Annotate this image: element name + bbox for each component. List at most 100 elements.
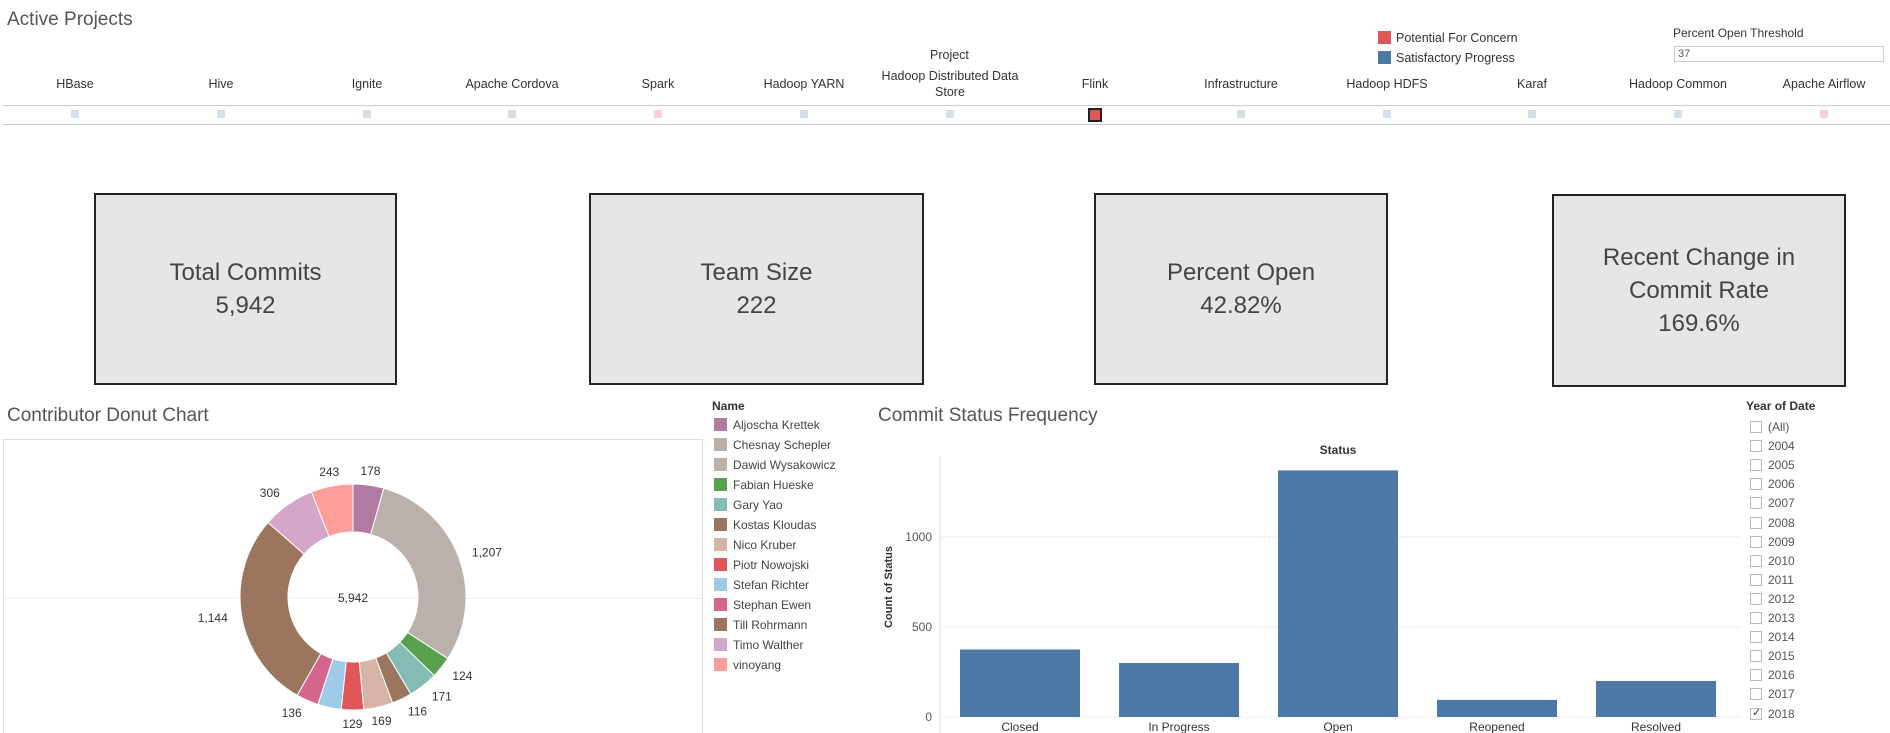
bar-open[interactable] <box>1278 470 1398 717</box>
project-label-7[interactable]: Flink <box>1025 76 1165 92</box>
year-checkbox[interactable] <box>1750 516 1762 529</box>
project-label-4[interactable]: Spark <box>588 76 728 92</box>
name-legend-item[interactable]: Piotr Nowojski <box>714 558 809 572</box>
bar-chart: 0 500 1000 Closed In Progress Open Reopened Re… <box>883 457 1740 733</box>
name-legend-swatch <box>714 538 727 551</box>
bar-category-label: Open <box>1323 720 1352 733</box>
year-option[interactable]: 2004 <box>1750 439 1795 453</box>
year-checkbox[interactable] <box>1750 440 1762 453</box>
donut-chart: 178 1,207 124171 116 169 129 136 1,144 306 243 5,… <box>198 464 503 731</box>
project-label-3[interactable]: Apache Cordova <box>442 76 582 92</box>
donut-slice[interactable] <box>370 487 467 660</box>
year-option[interactable]: 2012 <box>1750 592 1795 606</box>
year-checkbox[interactable] <box>1750 554 1762 567</box>
bar-in-progress[interactable] <box>1119 663 1239 717</box>
year-option[interactable]: 2011 <box>1750 573 1794 587</box>
year-option[interactable]: 2007 <box>1750 496 1795 510</box>
year-option[interactable]: 2013 <box>1750 611 1795 625</box>
name-legend-item[interactable]: Chesnay Schepler <box>714 438 831 452</box>
project-label-0[interactable]: HBase <box>5 76 145 92</box>
year-checkbox[interactable] <box>1750 688 1762 701</box>
year-option[interactable]: 2005 <box>1750 458 1795 472</box>
project-mark-8[interactable] <box>1237 110 1245 118</box>
year-label: 2013 <box>1768 611 1795 625</box>
name-legend-label: Stefan Richter <box>733 578 810 592</box>
bar-y-tick-label: 0 <box>925 710 932 724</box>
year-option[interactable]: 2015 <box>1750 649 1795 663</box>
year-label: 2004 <box>1768 439 1795 454</box>
kpi-percent-open: Percent Open 42.82% <box>1094 193 1388 385</box>
year-option[interactable]: 2008 <box>1750 516 1795 530</box>
name-legend-swatch <box>714 658 727 671</box>
donut-slice-label: 136 <box>282 706 302 720</box>
project-mark-5[interactable] <box>800 110 808 118</box>
bar-y-axis-label: Count of Status <box>883 546 895 628</box>
project-mark-6[interactable] <box>946 110 954 118</box>
year-option[interactable]: 2010 <box>1750 554 1795 568</box>
year-option[interactable]: 2016 <box>1750 668 1795 682</box>
year-checkbox[interactable] <box>1750 478 1762 491</box>
year-checkbox[interactable] <box>1750 631 1762 644</box>
year-option[interactable]: (All) <box>1750 420 1789 434</box>
project-label-1[interactable]: Hive <box>151 76 291 92</box>
year-option[interactable]: 2006 <box>1750 477 1795 491</box>
name-legend-item[interactable]: Timo Walther <box>714 638 803 652</box>
year-checkbox[interactable] <box>1750 573 1762 586</box>
donut-slice-label: 1,207 <box>472 545 502 559</box>
name-legend-item[interactable]: Stefan Richter <box>714 578 809 592</box>
year-checkbox[interactable] <box>1750 421 1762 433</box>
project-label-6[interactable]: Hadoop Distributed Data Store <box>880 68 1020 100</box>
name-legend-item[interactable]: vinoyang <box>714 658 781 672</box>
project-label-11[interactable]: Hadoop Common <box>1608 76 1748 92</box>
donut-slice-label: 169 <box>371 714 391 728</box>
project-mark-2[interactable] <box>363 110 371 118</box>
project-mark-12[interactable] <box>1820 110 1828 118</box>
year-option[interactable]: 2014 <box>1750 630 1795 644</box>
kpi-percent-open-label: Percent Open <box>1166 259 1316 286</box>
year-checkbox[interactable] <box>1750 650 1762 663</box>
year-checkbox[interactable] <box>1750 612 1762 624</box>
name-legend-item[interactable]: Fabian Hueske <box>714 478 814 492</box>
project-mark-9[interactable] <box>1383 110 1391 118</box>
legend-item-concern[interactable]: Potential For Concern <box>1378 31 1518 51</box>
project-mark-10[interactable] <box>1528 110 1536 118</box>
project-label-8[interactable]: Infrastructure <box>1171 76 1311 92</box>
name-legend-item[interactable]: Nico Kruber <box>714 538 796 552</box>
project-mark-0[interactable] <box>71 110 79 118</box>
year-option[interactable]: 2017 <box>1750 687 1795 701</box>
year-label: 2007 <box>1768 496 1795 511</box>
year-option[interactable]: 2018 <box>1750 706 1795 721</box>
project-label-5[interactable]: Hadoop YARN <box>734 76 874 92</box>
project-mark-4[interactable] <box>654 110 662 118</box>
threshold-input[interactable] <box>1674 46 1884 62</box>
name-legend-item[interactable]: Aljoscha Krettek <box>714 418 820 432</box>
project-mark-3[interactable] <box>508 110 516 118</box>
name-legend-item[interactable]: Stephan Ewen <box>714 598 811 612</box>
project-label-12[interactable]: Apache Airflow <box>1754 76 1890 92</box>
donut-slice-label: 1,144 <box>198 611 228 625</box>
project-label-9[interactable]: Hadoop HDFS <box>1317 76 1457 92</box>
year-checkbox[interactable] <box>1750 459 1762 472</box>
year-checkbox[interactable] <box>1750 669 1762 682</box>
bar-category-label: Closed <box>1001 720 1038 733</box>
name-legend-item[interactable]: Gary Yao <box>714 498 783 512</box>
project-mark-11[interactable] <box>1674 110 1682 118</box>
name-legend-item[interactable]: Kostas Kloudas <box>714 518 816 532</box>
year-checkbox[interactable] <box>1750 706 1762 720</box>
project-mark-1[interactable] <box>217 110 225 118</box>
year-checkbox[interactable] <box>1750 535 1762 548</box>
bar-resolved[interactable] <box>1596 681 1716 717</box>
project-label-10[interactable]: Karaf <box>1462 76 1602 92</box>
name-legend-item[interactable]: Till Rohrmann <box>714 618 807 632</box>
project-mark-7[interactable] <box>1088 108 1102 122</box>
legend-item-satisfactory[interactable]: Satisfactory Progress <box>1378 51 1518 71</box>
kpi-total-commits-label: Total Commits <box>169 259 322 286</box>
year-checkbox[interactable] <box>1750 592 1762 605</box>
year-checkbox[interactable] <box>1750 497 1762 510</box>
name-legend-swatch <box>714 478 727 491</box>
project-label-2[interactable]: Ignite <box>297 76 437 92</box>
bar-closed[interactable] <box>960 649 1080 718</box>
name-legend-item[interactable]: Dawid Wysakowicz <box>714 458 836 472</box>
year-option[interactable]: 2009 <box>1750 535 1795 549</box>
bar-reopened[interactable] <box>1437 699 1557 717</box>
